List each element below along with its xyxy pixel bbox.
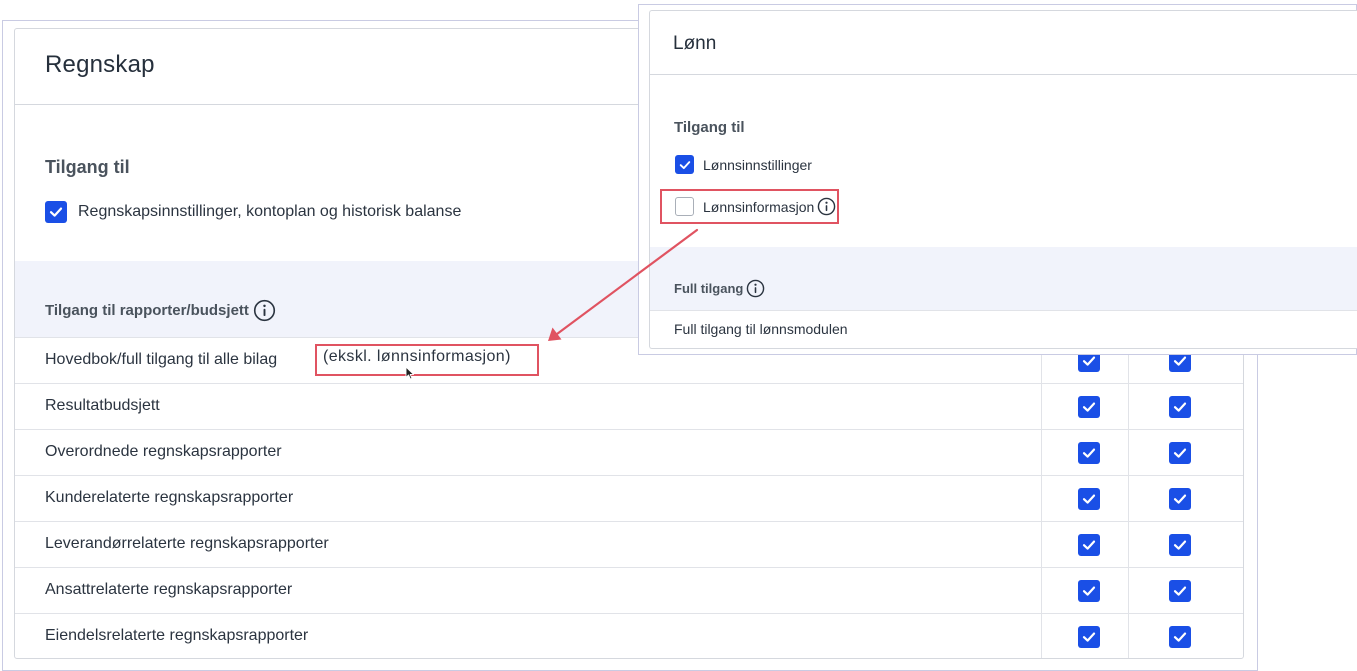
access-option-regnskapsinnstillinger[interactable]: Regnskapsinnstillinger, kontoplan og his… xyxy=(45,201,461,223)
column-divider xyxy=(1128,476,1129,521)
checkbox-checked-icon[interactable] xyxy=(1169,488,1191,510)
mouse-cursor-icon xyxy=(405,366,415,380)
column-divider xyxy=(1128,430,1129,475)
column-divider xyxy=(1041,430,1042,475)
lonn-title: Lønn xyxy=(673,33,717,54)
reports-section-title: Tilgang til rapporter/budsjett xyxy=(45,299,276,322)
column-divider xyxy=(1041,568,1042,613)
table-row-label: Eiendelsrelaterte regnskapsrapporter xyxy=(45,627,309,644)
table-row: Overordnede regnskapsrapporter xyxy=(15,429,1243,475)
reports-section-label: Tilgang til rapporter/budsjett xyxy=(45,302,249,319)
lonn-full-access-title: Full tilgang xyxy=(674,279,765,298)
lonn-card-header: Lønn xyxy=(650,11,1357,75)
table-row-label: Hovedbok/full tilgang til alle bilag xyxy=(45,351,278,368)
table-row-label: Ansattrelaterte regnskapsrapporter xyxy=(45,581,293,598)
exclusion-note: (ekskl. lønnsinformasjon) xyxy=(323,348,511,365)
lonn-card: Lønn Tilgang til Lønnsinnstillinger Lønn… xyxy=(649,10,1357,349)
checkbox-checked-icon[interactable] xyxy=(1078,488,1100,510)
table-row: Leverandørrelaterte regnskapsrapporter xyxy=(15,521,1243,567)
column-divider xyxy=(1041,384,1042,429)
lonn-access-section-title: Tilgang til xyxy=(674,119,745,136)
column-divider xyxy=(1041,476,1042,521)
info-icon[interactable] xyxy=(746,279,765,298)
table-row: Resultatbudsjett xyxy=(15,383,1243,429)
lonn-full-access-label: Full tilgang xyxy=(674,281,744,296)
access-section-title: Tilgang til xyxy=(45,157,130,177)
lonn-option-label: Lønnsinnstillinger xyxy=(703,156,812,173)
checkbox-checked-icon[interactable] xyxy=(1169,626,1191,648)
column-divider xyxy=(1128,568,1129,613)
checkbox-checked-icon[interactable] xyxy=(675,155,694,174)
column-divider xyxy=(1128,384,1129,429)
checkbox-checked-icon[interactable] xyxy=(1078,580,1100,602)
table-row: Ansattrelaterte regnskapsrapporter xyxy=(15,567,1243,613)
lonn-full-access-row-label: Full tilgang til lønnsmodulen xyxy=(674,321,848,337)
checkbox-checked-icon[interactable] xyxy=(1078,442,1100,464)
checkbox-checked-icon[interactable] xyxy=(1078,626,1100,648)
column-divider xyxy=(1128,614,1129,658)
checkbox-checked-icon[interactable] xyxy=(1169,534,1191,556)
table-row: Kunderelaterte regnskapsrapporter xyxy=(15,475,1243,521)
lonn-option-lonnsinnstillinger[interactable]: Lønnsinnstillinger xyxy=(675,155,812,174)
column-divider xyxy=(1128,522,1129,567)
column-divider xyxy=(1041,614,1042,658)
column-divider xyxy=(1041,522,1042,567)
reports-table: Hovedbok/full tilgang til alle bilag Resu… xyxy=(15,337,1243,658)
checkbox-checked-icon[interactable] xyxy=(1078,534,1100,556)
checkbox-checked-icon[interactable] xyxy=(1169,396,1191,418)
access-option-label: Regnskapsinnstillinger, kontoplan og his… xyxy=(78,203,462,220)
table-row-label: Leverandørrelaterte regnskapsrapporter xyxy=(45,535,329,552)
table-row-label: Kunderelaterte regnskapsrapporter xyxy=(45,489,294,506)
checkbox-checked-icon[interactable] xyxy=(45,201,67,223)
table-row-label: Overordnede regnskapsrapporter xyxy=(45,443,282,460)
checkbox-checked-icon[interactable] xyxy=(1169,580,1191,602)
table-row-label: Resultatbudsjett xyxy=(45,397,160,414)
info-icon[interactable] xyxy=(253,299,276,322)
lonn-full-access-row[interactable]: Full tilgang til lønnsmodulen xyxy=(650,310,1357,348)
lonnsinformasjon-highlight-box xyxy=(660,189,839,224)
checkbox-checked-icon[interactable] xyxy=(1078,396,1100,418)
table-row: Eiendelsrelaterte regnskapsrapporter xyxy=(15,613,1243,658)
checkbox-checked-icon[interactable] xyxy=(1169,442,1191,464)
